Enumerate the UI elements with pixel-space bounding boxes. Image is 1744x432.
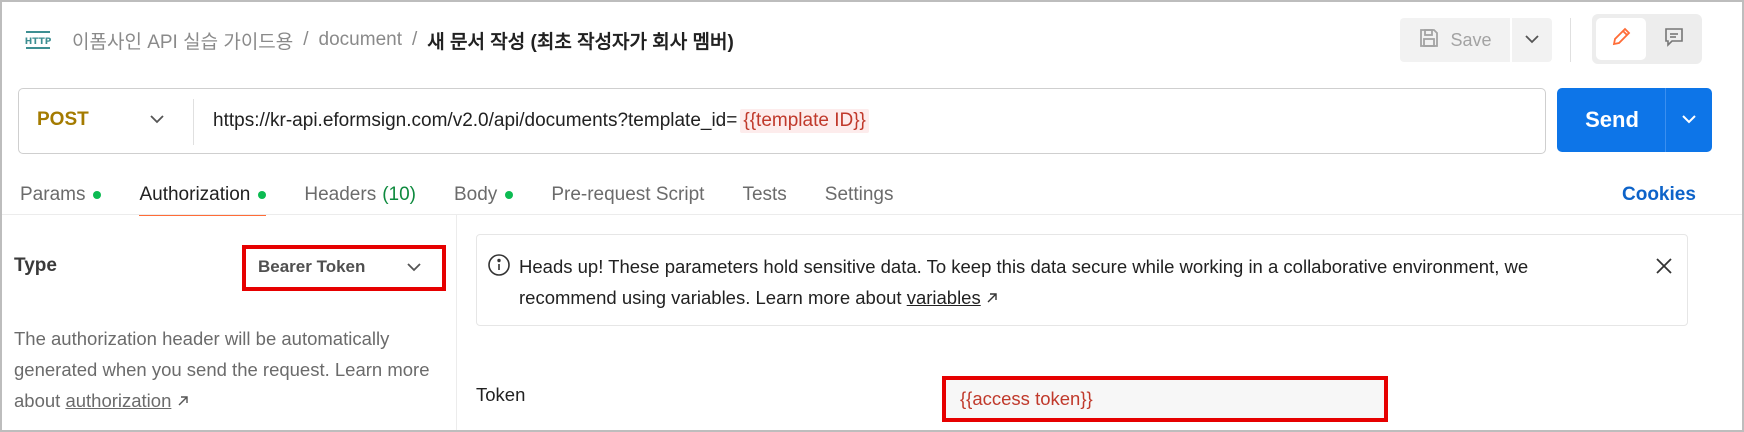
method-divider — [193, 99, 194, 145]
external-link-icon — [986, 287, 998, 308]
request-title[interactable]: 새 문서 작성 (최초 작성자가 회사 멤버) — [427, 27, 734, 54]
tab-label: Params — [20, 184, 86, 205]
breadcrumb-folder[interactable]: document — [319, 29, 402, 51]
save-icon — [1418, 27, 1440, 54]
save-button[interactable]: Save — [1400, 18, 1510, 62]
info-icon — [487, 253, 511, 282]
request-url-bar: POST https://kr-api.eformsign.com/v2.0/a… — [18, 88, 1546, 154]
external-link-icon — [177, 390, 189, 411]
chevron-down-icon — [1524, 31, 1540, 49]
panel-divider — [456, 215, 457, 430]
http-icon: HTTP — [24, 28, 52, 52]
edit-mode-button[interactable] — [1596, 18, 1646, 60]
comment-mode-button[interactable] — [1650, 18, 1698, 60]
tab-settings[interactable]: Settings — [825, 178, 894, 212]
breadcrumb-separator: / — [303, 29, 309, 50]
status-dot — [93, 191, 102, 199]
send-options-button[interactable] — [1665, 88, 1712, 152]
url-input[interactable]: https://kr-api.eformsign.com/v2.0/api/do… — [213, 109, 869, 133]
comment-icon — [1663, 26, 1685, 53]
token-label: Token — [476, 384, 526, 405]
chevron-down-icon — [406, 259, 422, 277]
toolbar-divider — [1570, 18, 1571, 62]
tab-label: Headers — [304, 184, 377, 205]
tab-pre-request-script[interactable]: Pre-request Script — [551, 178, 704, 212]
type-label: Type — [14, 255, 57, 276]
request-header: HTTP 이폼사인 API 실습 가이드용 / document / 새 문서 … — [24, 20, 734, 60]
view-mode-toggle — [1592, 14, 1702, 64]
method-select[interactable]: POST — [37, 109, 89, 131]
svg-text:HTTP: HTTP — [25, 37, 52, 47]
tab-count: (10) — [382, 184, 416, 205]
tab-label: Pre-request Script — [551, 184, 705, 205]
breadcrumb-separator: / — [412, 29, 418, 50]
tab-label: Settings — [824, 184, 894, 205]
chevron-down-icon — [1681, 111, 1697, 129]
tab-params[interactable]: Params — [20, 178, 102, 212]
auth-type-panel: Type Bearer Token The authorization head… — [2, 215, 456, 430]
request-tabs: Params Authorization Headers (10) Body P… — [20, 178, 931, 216]
save-options-button[interactable] — [1512, 18, 1552, 62]
auth-type-value: Bearer Token — [258, 257, 366, 276]
tab-label: Body — [454, 184, 498, 205]
tab-tests[interactable]: Tests — [742, 178, 786, 212]
url-variable[interactable]: {{template ID}} — [740, 109, 869, 133]
variables-link[interactable]: variables — [907, 287, 981, 308]
token-value: {{access token}} — [960, 388, 1093, 409]
breadcrumb-collection[interactable]: 이폼사인 API 실습 가이드용 — [72, 27, 293, 54]
url-text: https://kr-api.eformsign.com/v2.0/api/do… — [213, 110, 738, 131]
close-icon[interactable] — [1655, 257, 1673, 280]
chevron-down-icon[interactable] — [149, 111, 165, 129]
cookies-link[interactable]: Cookies — [1622, 178, 1696, 212]
status-dot — [258, 191, 267, 199]
notice-text: Heads up! These parameters hold sensitiv… — [519, 256, 1529, 308]
token-input[interactable]: {{access token}} — [942, 376, 1388, 422]
tab-label: Authorization — [139, 184, 251, 205]
notice-message: Heads up! These parameters hold sensitiv… — [519, 251, 1629, 313]
status-dot — [505, 191, 514, 199]
tab-label: Tests — [742, 184, 787, 205]
tab-headers[interactable]: Headers (10) — [304, 178, 416, 212]
save-label: Save — [1450, 29, 1492, 50]
auth-description: The authorization header will be automat… — [14, 323, 434, 416]
authorization-link[interactable]: authorization — [65, 390, 171, 411]
sensitive-data-notice: Heads up! These parameters hold sensitiv… — [476, 234, 1688, 326]
pencil-icon — [1610, 26, 1632, 53]
send-button[interactable]: Send — [1557, 88, 1667, 152]
auth-type-select[interactable]: Bearer Token — [242, 245, 446, 291]
tab-body[interactable]: Body — [454, 178, 514, 212]
tab-authorization[interactable]: Authorization — [139, 178, 267, 216]
